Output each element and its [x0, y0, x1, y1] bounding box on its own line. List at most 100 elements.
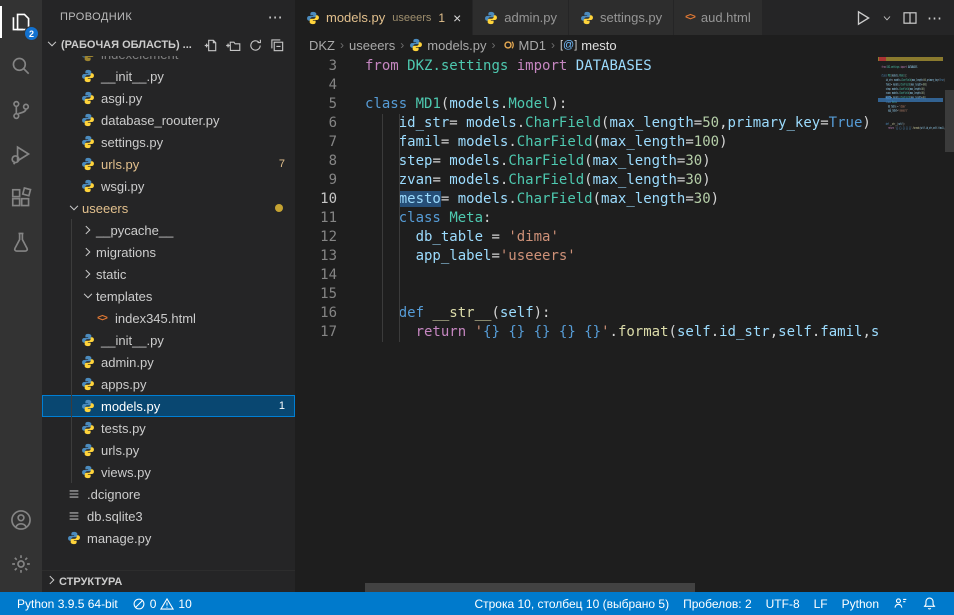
error-icon	[132, 597, 146, 611]
tree-item-urls.py[interactable]: urls.py	[42, 439, 295, 461]
tree-item-templates[interactable]: templates	[42, 285, 295, 307]
tree-item-apps.py[interactable]: apps.py	[42, 373, 295, 395]
breadcrumb-item-useeers[interactable]: useeers	[349, 38, 395, 53]
tree-item-models.py[interactable]: models.py1	[42, 395, 295, 417]
tree-item-__init__.py[interactable]: __init__.py	[42, 329, 295, 351]
activity-run-debug[interactable]	[0, 132, 42, 176]
tree-item-urls.py[interactable]: urls.py7	[42, 153, 295, 175]
breadcrumb-label: DKZ	[309, 38, 335, 53]
tree-item-indexelement[interactable]: indexelement	[42, 56, 295, 65]
tree-item-label: urls.py	[101, 157, 139, 172]
tree-item-label: admin.py	[101, 355, 154, 370]
tree-item-database_roouter.py[interactable]: database_roouter.py	[42, 109, 295, 131]
split-editor-button[interactable]	[902, 10, 918, 26]
status-label: Строка 10, столбец 10 (выбрано 5)	[474, 597, 669, 611]
status-indentation[interactable]: Пробелов: 2	[676, 592, 759, 615]
minimap-selection-marker	[878, 98, 943, 102]
close-icon[interactable]: ×	[453, 11, 461, 25]
python-icon	[66, 531, 82, 545]
tree-item-useeers[interactable]: useeers	[42, 197, 295, 219]
python-icon	[80, 355, 96, 369]
tree-item-index345.html[interactable]: <>index345.html	[42, 307, 295, 329]
vertical-scrollbar[interactable]	[945, 90, 954, 152]
status-notifications[interactable]	[915, 592, 944, 615]
activity-source-control[interactable]	[0, 88, 42, 132]
activity-extensions[interactable]	[0, 176, 42, 220]
python-icon	[80, 69, 96, 83]
breadcrumb-label: mesto	[581, 38, 616, 53]
run-dropdown-button[interactable]	[881, 12, 893, 24]
problems-badge: 1	[279, 400, 285, 412]
code-line-17: return '{} {} {} {} {}'.format(self.id_s…	[878, 126, 945, 130]
tree-item-admin.py[interactable]: admin.py	[42, 351, 295, 373]
status-language-mode[interactable]: Python	[835, 592, 886, 615]
status-encoding[interactable]: UTF-8	[759, 592, 807, 615]
breadcrumb-item-mesto[interactable]: [@]mesto	[560, 38, 617, 53]
tree-item-settings.py[interactable]: settings.py	[42, 131, 295, 153]
activity-settings-gear[interactable]	[0, 542, 42, 586]
breadcrumb: DKZ›useeers›models.py›MD1›[@]mesto	[295, 35, 954, 55]
activity-testing[interactable]	[0, 220, 42, 264]
status-problems[interactable]: 010	[125, 592, 199, 615]
tree-item-tests.py[interactable]: tests.py	[42, 417, 295, 439]
status-python-interpreter[interactable]: Python 3.9.5 64-bit	[10, 592, 125, 615]
status-eol[interactable]: LF	[807, 592, 835, 615]
tree-item-label: tests.py	[101, 421, 146, 436]
tree-item-static[interactable]: static	[42, 263, 295, 285]
run-button[interactable]	[854, 9, 872, 27]
outline-section-header[interactable]: СТРУКТУРА	[42, 570, 295, 592]
activity-search[interactable]	[0, 44, 42, 88]
tab-models.py[interactable]: models.pyuseeers1×	[295, 0, 473, 35]
warnings-count: 10	[178, 597, 191, 611]
horizontal-scrollbar[interactable]	[365, 583, 695, 592]
tab-aud.html[interactable]: <>aud.html	[674, 0, 763, 35]
activity-account[interactable]	[0, 498, 42, 542]
line-number: 8	[295, 152, 337, 171]
line-number: 9	[295, 171, 337, 190]
minimap-error-marker	[879, 57, 886, 61]
tree-item-.dcignore[interactable]: .dcignore	[42, 483, 295, 505]
tree-item-__init__.py[interactable]: __init__.py	[42, 65, 295, 87]
breadcrumb-item-MD1[interactable]: MD1	[501, 38, 546, 53]
minimap[interactable]: from DKZ.settings import DATABASESclass …	[878, 55, 945, 225]
source-control-icon	[10, 99, 32, 121]
python-icon	[80, 333, 96, 347]
explorer-more-actions-icon[interactable]: ⋯	[268, 8, 283, 26]
status-label: LF	[814, 597, 828, 611]
line-number: 10	[295, 190, 337, 209]
code-editor[interactable]: 3from DKZ.settings import DATABASES45cla…	[295, 55, 954, 592]
tab-admin.py[interactable]: admin.py	[473, 0, 569, 35]
collapse-all-icon[interactable]	[270, 38, 285, 53]
workspace-section-header[interactable]: (РАБОЧАЯ ОБЛАСТЬ) ...	[42, 34, 295, 56]
chevron-down-icon	[45, 37, 59, 54]
tab-label: admin.py	[504, 10, 557, 25]
new-file-icon[interactable]	[204, 38, 219, 53]
workspace-section-label: (РАБОЧАЯ ОБЛАСТЬ) ...	[61, 39, 192, 51]
tree-item-db.sqlite3[interactable]: db.sqlite3	[42, 505, 295, 527]
tree-item-asgi.py[interactable]: asgi.py	[42, 87, 295, 109]
chevron-right-icon	[80, 245, 96, 259]
tree-item-views.py[interactable]: views.py	[42, 461, 295, 483]
more-actions-icon[interactable]: ⋯	[927, 9, 942, 27]
line-number: 15	[295, 285, 337, 304]
breadcrumb-item-DKZ[interactable]: DKZ	[309, 38, 335, 53]
list-icon	[66, 487, 82, 501]
chevron-down-icon	[66, 201, 82, 215]
python-icon	[80, 421, 96, 435]
tree-item-migrations[interactable]: migrations	[42, 241, 295, 263]
tree-item-wsgi.py[interactable]: wsgi.py	[42, 175, 295, 197]
tree-item-manage.py[interactable]: manage.py	[42, 527, 295, 549]
new-folder-icon[interactable]	[226, 38, 241, 53]
tree-item-__pycache__[interactable]: __pycache__	[42, 219, 295, 241]
breadcrumb-item-models.py[interactable]: models.py	[409, 38, 486, 53]
tab-settings.py[interactable]: settings.py	[569, 0, 674, 35]
activity-explorer[interactable]: 2	[0, 0, 42, 44]
status-cursor-position[interactable]: Строка 10, столбец 10 (выбрано 5)	[467, 592, 676, 615]
code-text	[337, 76, 365, 95]
html-icon: <>	[94, 313, 110, 324]
tab-problems-badge: 1	[438, 11, 445, 25]
indent-guide	[399, 114, 400, 342]
refresh-icon[interactable]	[248, 38, 263, 53]
status-feedback[interactable]	[886, 592, 915, 615]
python-icon	[306, 11, 320, 25]
